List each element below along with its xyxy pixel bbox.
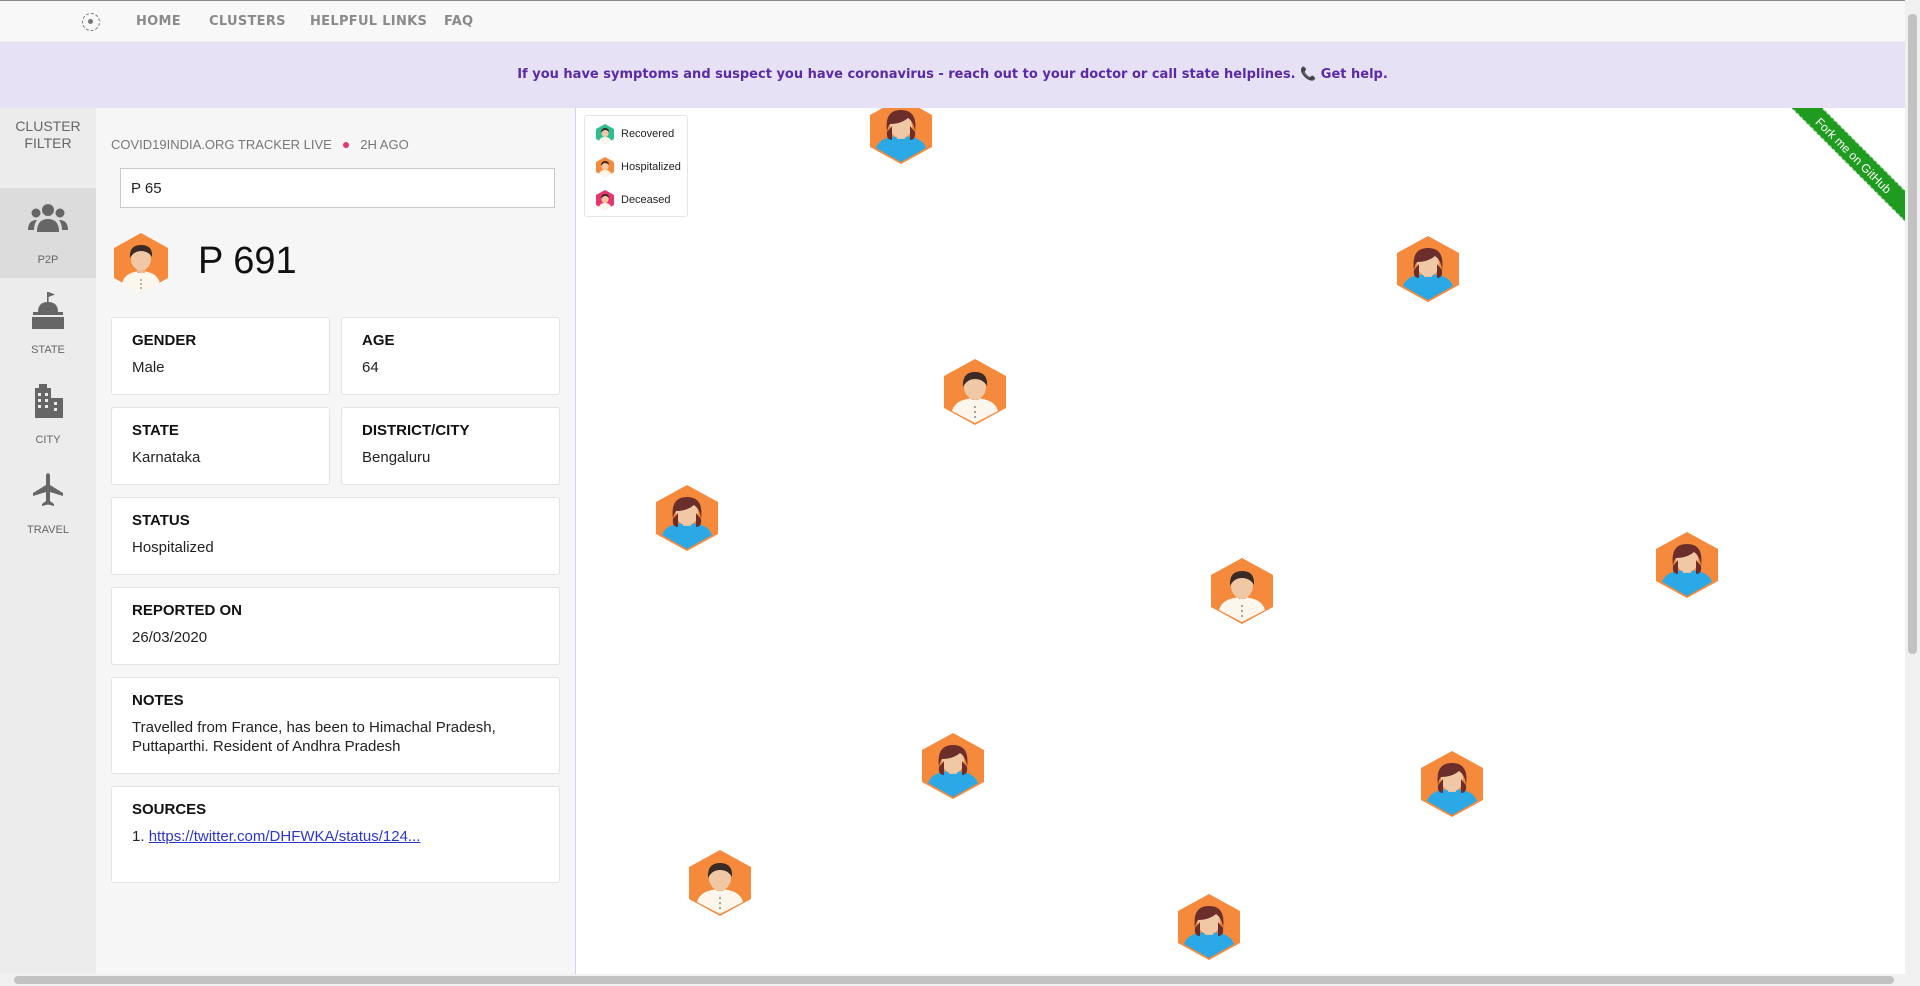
status-label: STATUS	[132, 512, 190, 529]
male-avatar-icon	[114, 233, 168, 293]
patient-node[interactable]	[1654, 530, 1720, 604]
patient-node[interactable]	[687, 848, 753, 922]
notes-value: Travelled from France, has been to Himac…	[132, 719, 496, 755]
sources-label: SOURCES	[132, 801, 207, 818]
sources-card: SOURCES 1. https://twitter.com/DHFWKA/st…	[111, 786, 560, 883]
patient-node[interactable]	[1419, 749, 1485, 823]
age-value: 64	[362, 359, 379, 376]
gender-card: GENDER Male	[111, 317, 330, 395]
tracker-label[interactable]: COVID19INDIA.ORG TRACKER LIVE	[111, 137, 332, 152]
female-avatar-icon	[1656, 532, 1718, 598]
top-nav: HOME CLUSTERS HELPFUL LINKS FAQ	[0, 0, 1905, 42]
airplane-icon	[33, 473, 63, 506]
source-link[interactable]: https://twitter.com/DHFWKA/status/124...	[149, 827, 421, 846]
cluster-filter-title: CLUSTER FILTER	[15, 118, 81, 151]
live-dot-icon: ●	[341, 136, 351, 152]
patient-search-input[interactable]	[120, 168, 555, 208]
filter-state[interactable]: STATE	[0, 278, 96, 368]
female-avatar-icon	[1178, 894, 1240, 960]
nav-helpful-links[interactable]: HELPFUL LINKS	[310, 14, 427, 29]
capitol-icon	[32, 292, 64, 329]
age-label: AGE	[362, 332, 395, 349]
banner-text: If you have symptoms and suspect you hav…	[517, 67, 1321, 82]
patient-node[interactable]	[1176, 892, 1242, 966]
female-avatar-icon	[1421, 751, 1483, 817]
male-avatar-icon	[689, 850, 751, 916]
source-item: 1. https://twitter.com/DHFWKA/status/124…	[132, 827, 539, 846]
reported-label: REPORTED ON	[132, 602, 243, 619]
legend-deceased-label: Deceased	[621, 194, 671, 206]
patient-node[interactable]	[1395, 234, 1461, 308]
people-icon	[28, 204, 68, 232]
patient-id: P 691	[198, 240, 297, 282]
nav-clusters[interactable]: CLUSTERS	[209, 14, 286, 29]
hospitalized-avatar-icon	[596, 157, 614, 177]
state-label: STATE	[132, 422, 179, 439]
filter-travel[interactable]: TRAVEL	[0, 458, 96, 548]
legend-recovered-label: Recovered	[621, 128, 675, 140]
filter-p2p-label: P2P	[37, 254, 59, 266]
age-card: AGE 64	[341, 317, 560, 395]
legend-deceased: Deceased	[595, 189, 671, 211]
district-card: DISTRICT/CITY Bengaluru	[341, 407, 560, 485]
cluster-filter-rail: CLUSTER FILTER P2P STATE CITY TRAVEL	[0, 108, 96, 974]
male-avatar-icon	[944, 359, 1006, 425]
fork-github-ribbon[interactable]: Fork me on GitHub	[1779, 108, 1905, 230]
patient-node[interactable]	[654, 483, 720, 557]
notes-label: NOTES	[132, 692, 184, 709]
tracker-status: COVID19INDIA.ORG TRACKER LIVE ● 2H AGO	[111, 136, 409, 152]
patient-node[interactable]	[942, 357, 1008, 431]
reported-value: 26/03/2020	[132, 629, 208, 646]
filter-city-label: CITY	[35, 434, 61, 446]
tracker-updated: 2H AGO	[360, 137, 409, 152]
filter-state-label: STATE	[31, 344, 65, 356]
male-avatar-icon	[1211, 558, 1273, 624]
status-value: Hospitalized	[132, 539, 214, 556]
nav-faq[interactable]: FAQ	[444, 14, 473, 29]
filter-p2p[interactable]: P2P	[0, 188, 96, 278]
logo-icon[interactable]	[82, 13, 100, 31]
state-card: STATE Karnataka	[111, 407, 330, 485]
horizontal-scrollbar[interactable]	[0, 974, 1920, 986]
legend: Recovered Hospitalized Deceased	[584, 115, 688, 217]
get-help-link[interactable]: Get help.	[1321, 67, 1388, 82]
state-value: Karnataka	[132, 449, 201, 466]
notes-card: NOTES Travelled from France, has been to…	[111, 677, 560, 774]
help-banner: If you have symptoms and suspect you hav…	[0, 42, 1905, 108]
network-graph[interactable]: Recovered Hospitalized Deceased Fork me …	[577, 108, 1905, 974]
female-avatar-icon	[1397, 236, 1459, 302]
source-index: 1.	[132, 828, 145, 845]
female-avatar-icon	[656, 485, 718, 551]
patient-node[interactable]	[920, 731, 986, 805]
patient-node[interactable]	[1209, 556, 1275, 630]
district-value: Bengaluru	[362, 449, 431, 466]
legend-hospitalized-label: Hospitalized	[621, 161, 681, 173]
status-card: STATUS Hospitalized	[111, 497, 560, 575]
vertical-scrollbar[interactable]	[1905, 0, 1920, 974]
patient-node[interactable]	[868, 108, 934, 170]
legend-recovered: Recovered	[595, 123, 674, 145]
female-avatar-icon	[870, 108, 932, 164]
deceased-avatar-icon	[596, 190, 614, 210]
patient-details-panel: COVID19INDIA.ORG TRACKER LIVE ● 2H AGO P 6…	[96, 108, 576, 974]
reported-card: REPORTED ON 26/03/2020	[111, 587, 560, 665]
nav-home[interactable]: HOME	[136, 14, 181, 29]
recovered-avatar-icon	[596, 124, 614, 144]
district-label: DISTRICT/CITY	[362, 422, 470, 439]
female-avatar-icon	[922, 733, 984, 799]
city-icon	[35, 384, 63, 418]
legend-hospitalized: Hospitalized	[595, 156, 681, 178]
filter-city[interactable]: CITY	[0, 368, 96, 458]
filter-travel-label: TRAVEL	[27, 524, 69, 536]
gender-label: GENDER	[132, 332, 197, 349]
gender-value: Male	[132, 359, 165, 376]
